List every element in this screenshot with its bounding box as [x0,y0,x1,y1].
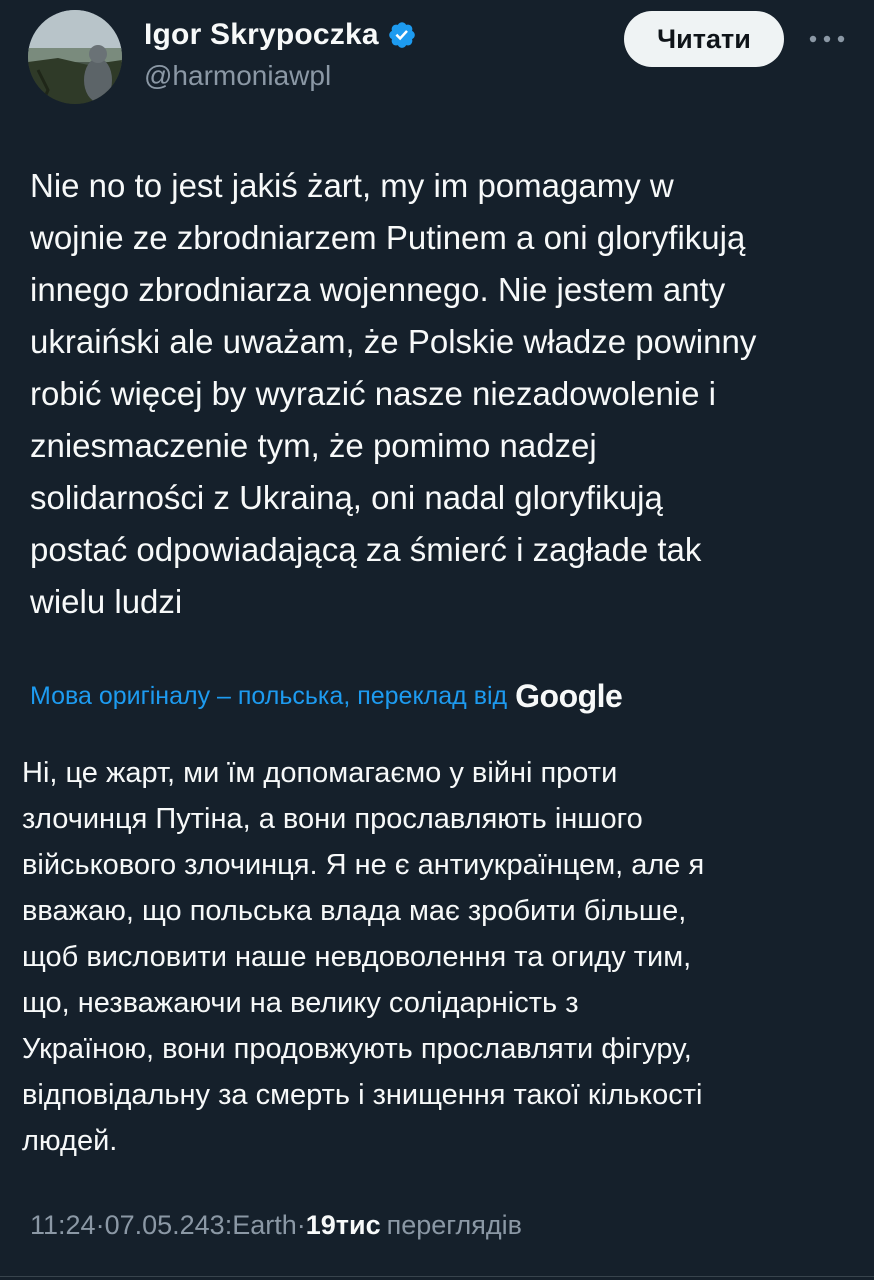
post-date[interactable]: 07.05.24 [105,1210,210,1241]
verified-badge-icon [388,22,415,48]
post-text: Nie no to jest jakiś żart, my im pomagam… [30,167,757,620]
views-count[interactable]: 19тис [306,1210,381,1241]
translation-attribution[interactable]: Мова оригіналу – польська, переклад від … [30,678,623,715]
views-label: переглядів [386,1210,523,1240]
meta-separator: · [95,1210,105,1240]
post-meta: 11:24 · 07.05.24 3:Earth · 19тис перегля… [30,1210,522,1241]
post-time[interactable]: 11:24 [30,1210,96,1241]
avatar[interactable] [28,10,122,104]
post-source: 3:Earth [209,1210,297,1240]
more-options-button[interactable] [805,22,849,56]
read-button[interactable]: Читати [624,11,784,67]
meta-separator: · [296,1210,306,1240]
author-handle[interactable]: @harmoniawpl [144,60,331,92]
post-header: Igor Skrypoczka @harmoniawpl Читати [0,0,874,120]
translated-text: Ні, це жарт, ми їм допомагаємо у війні п… [22,757,705,1157]
more-options-icon [809,35,845,43]
display-name[interactable]: Igor Skrypoczka [144,18,379,52]
google-logo: Google [515,678,623,714]
divider [0,1276,874,1277]
author-info[interactable]: Igor Skrypoczka [144,18,417,52]
avatar-image [28,10,122,104]
translation-label[interactable]: Мова оригіналу – польська, переклад від [30,682,507,711]
